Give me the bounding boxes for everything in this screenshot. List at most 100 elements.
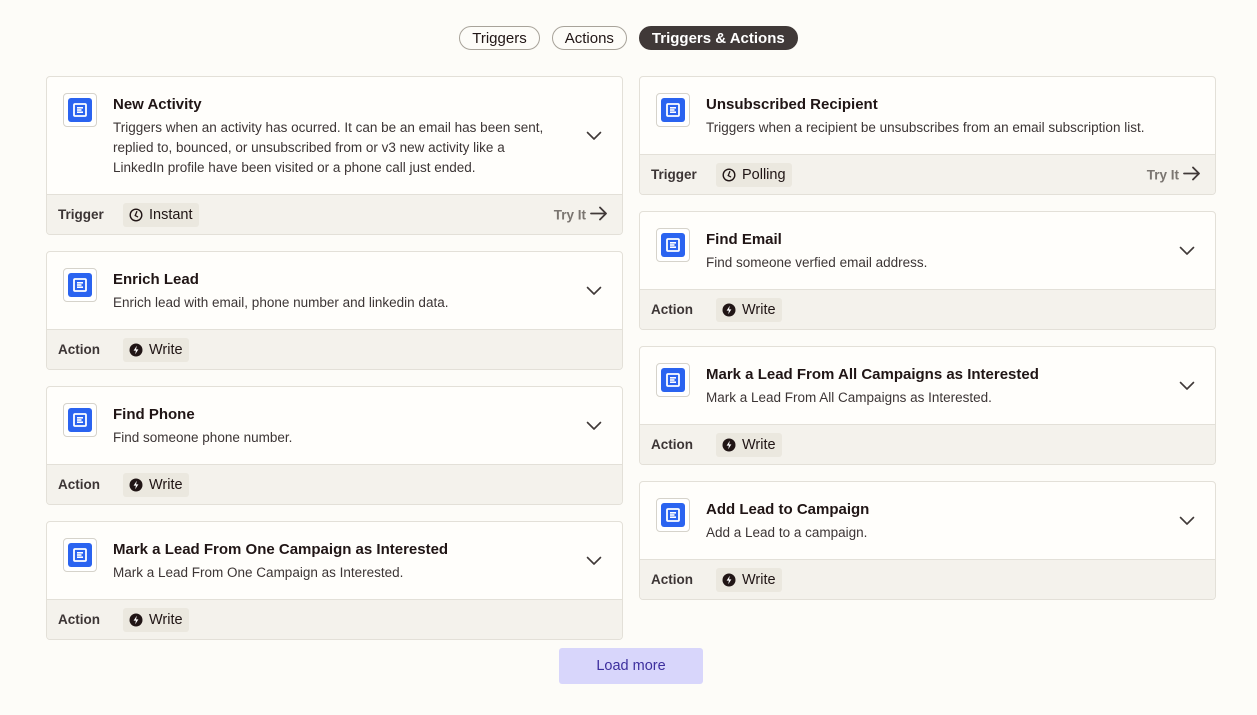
card-tag-label: Instant — [149, 206, 193, 223]
app-logo — [656, 228, 690, 262]
card-description: Triggers when an activity has ocurred. I… — [113, 120, 544, 175]
card-tag-label: Polling — [742, 166, 786, 183]
card-description: Triggers when a recipient be unsubscribe… — [706, 120, 1145, 135]
card-description: Enrich lead with email, phone number and… — [113, 295, 449, 310]
chevron-down-icon[interactable] — [584, 126, 604, 146]
chevron-down-icon[interactable] — [584, 281, 604, 301]
card-footer: Action Write — [47, 464, 622, 504]
bolt-icon — [722, 438, 736, 452]
bolt-icon — [129, 343, 143, 357]
card-header[interactable]: Find Email Find someone verfied email ad… — [640, 212, 1215, 289]
app-logo — [63, 403, 97, 437]
card-header[interactable]: Find Phone Find someone phone number. — [47, 387, 622, 464]
card-header[interactable]: Add Lead to Campaign Add a Lead to a cam… — [640, 482, 1215, 559]
app-logo-icon — [68, 98, 92, 122]
app-logo-icon — [661, 503, 685, 527]
card-tag: Write — [123, 607, 189, 632]
card-description: Find someone phone number. — [113, 430, 293, 445]
integration-card: Mark a Lead From One Campaign as Interes… — [46, 521, 623, 640]
integration-card: Find Phone Find someone phone number. Ac… — [46, 386, 623, 505]
try-it-link[interactable]: Try It — [1147, 166, 1201, 183]
arrow-right-icon — [590, 206, 608, 223]
bolt-icon — [722, 303, 736, 317]
bolt-icon — [129, 478, 143, 492]
card-footer: Action Write — [640, 424, 1215, 464]
card-tag: Write — [716, 567, 782, 592]
card-description: Add a Lead to a campaign. — [706, 525, 868, 540]
app-logo — [63, 538, 97, 572]
clock-icon — [722, 167, 736, 182]
card-footer: Action Write — [640, 559, 1215, 599]
integration-card: Enrich Lead Enrich lead with email, phon… — [46, 251, 623, 370]
right-column: Unsubscribed Recipient Triggers when a r… — [639, 76, 1216, 616]
card-header[interactable]: Mark a Lead From One Campaign as Interes… — [47, 522, 622, 599]
card-title: Find Phone — [113, 406, 195, 423]
app-logo — [63, 268, 97, 302]
try-it-label: Try It — [553, 207, 586, 222]
bolt-icon — [722, 573, 736, 587]
card-title: Enrich Lead — [113, 271, 199, 288]
integration-card: Unsubscribed Recipient Triggers when a r… — [639, 76, 1216, 195]
card-footer: Action Write — [47, 329, 622, 369]
app-logo — [656, 363, 690, 397]
card-tag-label: Write — [742, 571, 776, 588]
card-title: Mark a Lead From One Campaign as Interes… — [113, 541, 449, 558]
card-kind-label: Action — [58, 612, 100, 627]
card-tag-label: Write — [149, 476, 183, 493]
chevron-down-icon[interactable] — [1177, 511, 1197, 531]
card-footer: Action Write — [47, 599, 622, 639]
chevron-down-icon[interactable] — [584, 416, 604, 436]
card-tag-label: Write — [742, 301, 776, 318]
card-title: New Activity — [113, 96, 202, 113]
filter-pills: Triggers Actions Triggers & Actions — [0, 26, 1257, 50]
try-it-link[interactable]: Try It — [554, 206, 608, 223]
chevron-down-icon[interactable] — [1177, 241, 1197, 261]
integration-card: Mark a Lead From All Campaigns as Intere… — [639, 346, 1216, 465]
card-footer: Trigger Polling Try It — [640, 154, 1215, 194]
card-header[interactable]: New Activity Triggers when an activity h… — [47, 77, 622, 194]
filter-triggers[interactable]: Triggers — [459, 26, 540, 50]
card-kind-label: Action — [651, 302, 693, 317]
card-title: Add Lead to Campaign — [706, 501, 870, 518]
integration-card: Add Lead to Campaign Add a Lead to a cam… — [639, 481, 1216, 600]
filter-triggers-and-actions[interactable]: Triggers & Actions — [638, 26, 798, 50]
card-header[interactable]: Mark a Lead From All Campaigns as Intere… — [640, 347, 1215, 424]
card-footer: Trigger Instant Try It — [47, 194, 622, 234]
card-tag: Write — [123, 472, 189, 497]
app-logo-icon — [68, 408, 92, 432]
app-logo-icon — [661, 233, 685, 257]
card-header[interactable]: Enrich Lead Enrich lead with email, phon… — [47, 252, 622, 329]
app-logo-icon — [661, 368, 685, 392]
card-tag: Instant — [123, 202, 199, 227]
card-tag-label: Write — [742, 436, 776, 453]
card-description: Find someone verfied email address. — [706, 255, 928, 270]
app-logo-icon — [68, 543, 92, 567]
card-kind-label: Action — [651, 437, 693, 452]
card-kind-label: Action — [58, 342, 100, 357]
card-header[interactable]: Unsubscribed Recipient Triggers when a r… — [640, 77, 1215, 154]
card-description: Mark a Lead From All Campaigns as Intere… — [706, 390, 992, 405]
card-tag-label: Write — [149, 611, 183, 628]
card-title: Mark a Lead From All Campaigns as Intere… — [706, 366, 1039, 383]
arrow-right-icon — [1183, 166, 1201, 183]
card-kind-label: Trigger — [651, 167, 697, 182]
filter-actions[interactable]: Actions — [551, 26, 627, 50]
chevron-down-icon[interactable] — [584, 551, 604, 571]
card-title: Unsubscribed Recipient — [706, 96, 878, 113]
try-it-label: Try It — [1146, 167, 1179, 182]
card-tag: Write — [716, 432, 782, 457]
card-footer: Action Write — [640, 289, 1215, 329]
app-logo-icon — [68, 273, 92, 297]
card-kind-label: Trigger — [58, 207, 104, 222]
card-tag: Write — [716, 297, 782, 322]
card-tag: Write — [123, 337, 189, 362]
app-logo — [656, 498, 690, 532]
clock-icon — [129, 207, 143, 222]
left-column: New Activity Triggers when an activity h… — [46, 76, 623, 656]
card-description: Mark a Lead From One Campaign as Interes… — [113, 565, 404, 580]
chevron-down-icon[interactable] — [1177, 376, 1197, 396]
card-kind-label: Action — [58, 477, 100, 492]
card-title: Find Email — [706, 231, 782, 248]
load-more-button[interactable]: Load more — [559, 648, 703, 684]
integration-card: New Activity Triggers when an activity h… — [46, 76, 623, 235]
